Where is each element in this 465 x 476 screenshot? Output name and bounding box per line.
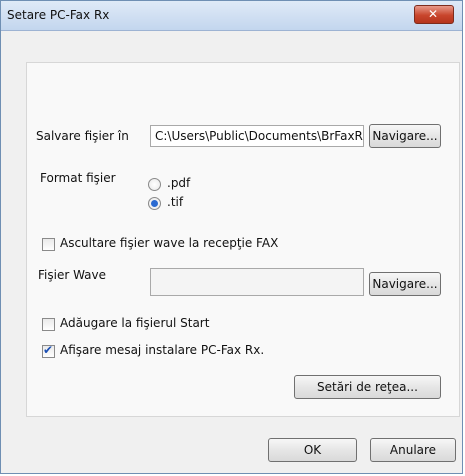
- radio-pdf-label: .pdf: [167, 176, 191, 190]
- network-settings-button[interactable]: Setări de reţea...: [294, 375, 441, 399]
- play-wave-checkbox[interactable]: [42, 238, 55, 251]
- file-format-label: Format fişier: [40, 171, 116, 185]
- browse-folder-button[interactable]: Navigare...: [369, 124, 441, 148]
- play-wave-label: Ascultare fişier wave la recepţie FAX: [60, 236, 279, 250]
- startup-label: Adăugare la fişierul Start: [60, 316, 210, 330]
- radio-pdf[interactable]: [148, 178, 161, 191]
- save-folder-field[interactable]: C:\Users\Public\Documents\BrFaxRx: [150, 125, 364, 147]
- cancel-button[interactable]: Anulare: [370, 438, 456, 462]
- wave-file-label: Fişier Wave: [38, 268, 107, 282]
- wave-file-field[interactable]: [150, 268, 364, 296]
- radio-tif[interactable]: [148, 197, 161, 210]
- startup-checkbox[interactable]: [42, 318, 55, 331]
- window-title: Setare PC-Fax Rx: [7, 8, 110, 22]
- ok-button[interactable]: OK: [268, 438, 357, 462]
- show-message-checkbox[interactable]: [42, 343, 55, 358]
- save-folder-label: Salvare fişier în: [36, 129, 129, 143]
- pc-fax-rx-dialog: Setare PC-Fax Rx Salvare fişier în C:\Us…: [0, 0, 463, 474]
- title-bar: Setare PC-Fax Rx: [1, 1, 462, 31]
- browse-wave-button[interactable]: Navigare...: [369, 272, 441, 296]
- radio-tif-label: .tif: [167, 195, 184, 209]
- close-icon[interactable]: [414, 5, 454, 24]
- show-message-label: Afişare mesaj instalare PC-Fax Rx.: [60, 343, 265, 357]
